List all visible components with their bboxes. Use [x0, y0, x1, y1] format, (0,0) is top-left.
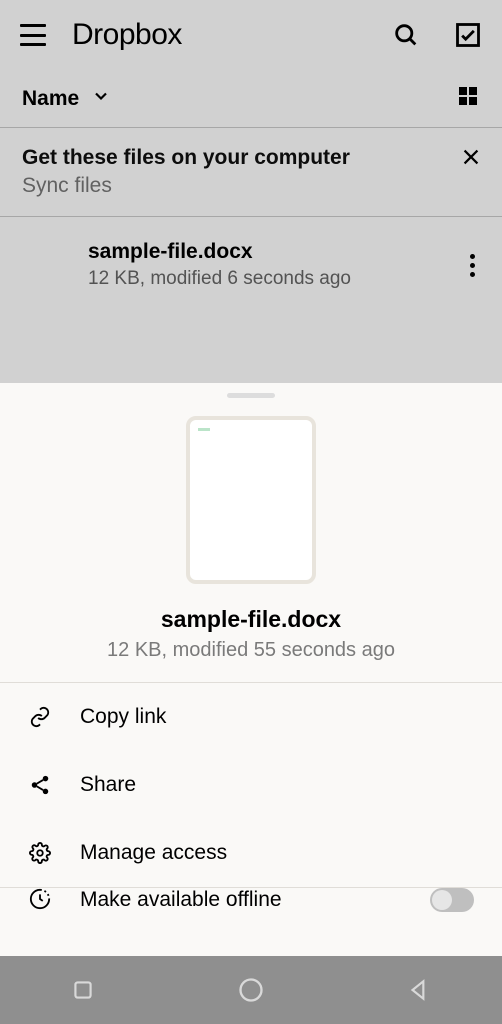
sheet-file-name: sample-file.docx — [161, 606, 341, 633]
sheet-header: sample-file.docx 12 KB, modified 55 seco… — [0, 398, 502, 682]
manage-access-label: Manage access — [80, 841, 227, 865]
system-nav-bar — [0, 956, 502, 1024]
recent-apps-button[interactable] — [70, 977, 96, 1003]
link-icon — [28, 706, 52, 728]
back-button[interactable] — [406, 977, 432, 1003]
copy-link-label: Copy link — [80, 705, 166, 729]
copy-link-action[interactable]: Copy link — [0, 683, 502, 751]
share-icon — [28, 774, 52, 796]
gear-icon — [28, 842, 52, 864]
offline-action[interactable]: Make available offline — [0, 888, 502, 918]
scrim-overlay[interactable] — [0, 0, 502, 383]
bottom-sheet: sample-file.docx 12 KB, modified 55 seco… — [0, 383, 502, 956]
share-label: Share — [80, 773, 136, 797]
offline-label: Make available offline — [80, 888, 282, 912]
share-action[interactable]: Share — [0, 751, 502, 819]
offline-icon — [28, 888, 52, 910]
sheet-file-meta: 12 KB, modified 55 seconds ago — [107, 639, 395, 662]
manage-access-action[interactable]: Manage access — [0, 819, 502, 887]
offline-toggle[interactable] — [430, 888, 474, 912]
document-thumbnail — [186, 416, 316, 584]
home-button[interactable] — [237, 976, 265, 1004]
